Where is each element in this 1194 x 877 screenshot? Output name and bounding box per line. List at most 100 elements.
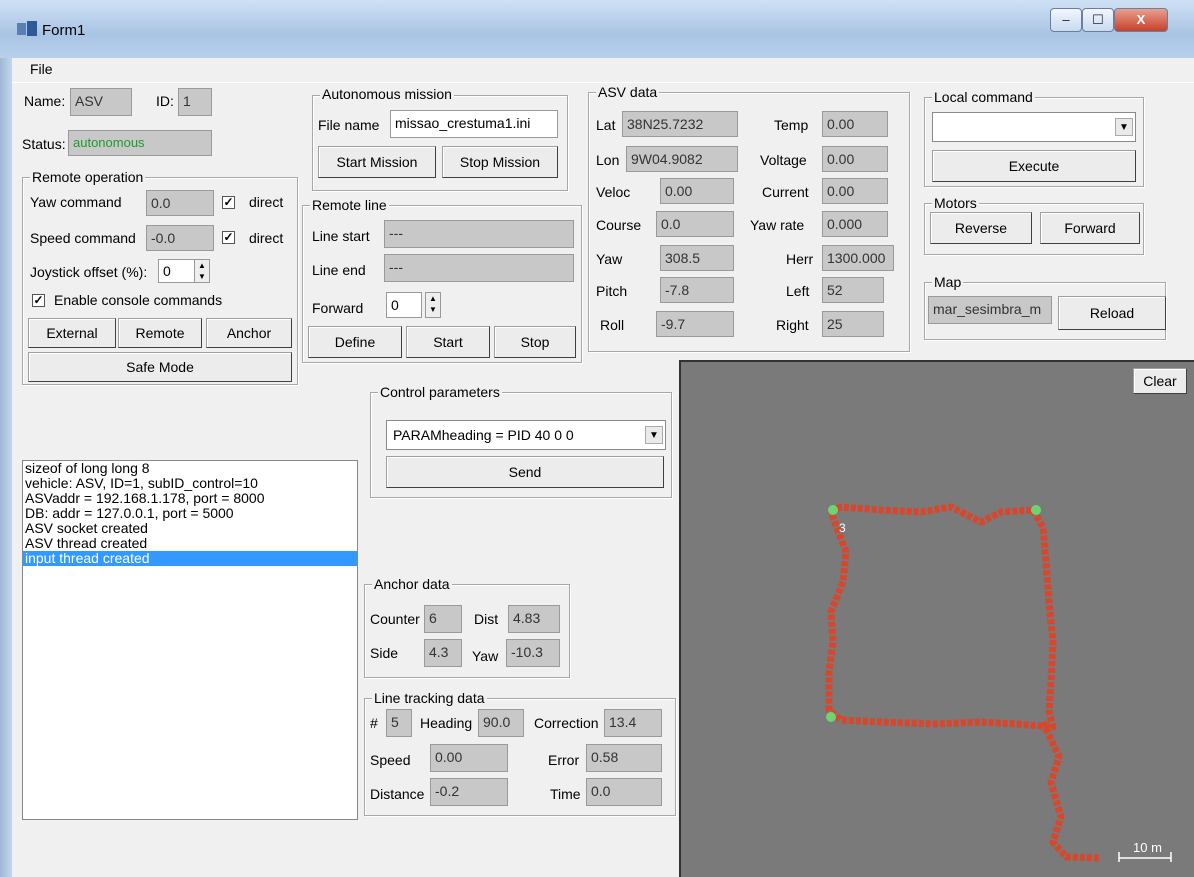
pitch-label: Pitch: [596, 283, 628, 299]
dist-field: 4.83: [508, 605, 560, 633]
reverse-button[interactable]: Reverse: [930, 212, 1032, 244]
side-label: Side: [370, 645, 399, 661]
distance-label: Distance: [370, 786, 425, 802]
yaw-direct-label: direct: [249, 194, 284, 210]
motors-title: Motors: [932, 195, 979, 211]
time-field: 0.0: [586, 778, 662, 806]
name-field: ASV: [70, 88, 132, 116]
log-line[interactable]: vehicle: ASV, ID=1, subID_control=10: [23, 476, 357, 491]
lat-label: Lat: [596, 117, 616, 133]
execute-button[interactable]: Execute: [932, 150, 1136, 182]
counter-label: Counter: [370, 611, 420, 627]
log-line[interactable]: ASV thread created: [23, 536, 357, 551]
course-label: Course: [596, 217, 642, 233]
define-button[interactable]: Define: [308, 326, 402, 358]
forward-input[interactable]: 0: [386, 292, 422, 318]
clear-button[interactable]: Clear: [1133, 368, 1187, 394]
file-name-input[interactable]: missao_crestuma1.ini: [390, 110, 558, 138]
veloc-label: Veloc: [596, 184, 631, 200]
joystick-offset-spinner[interactable]: ▲ ▼: [194, 259, 210, 283]
asv-data-title: ASV data: [596, 84, 660, 100]
roll-label: Roll: [600, 317, 625, 333]
title-bar: [0, 0, 1194, 58]
start-mission-button[interactable]: Start Mission: [318, 146, 436, 178]
joystick-offset-input[interactable]: 0: [158, 259, 198, 283]
time-label: Time: [550, 786, 581, 802]
anchor-button[interactable]: Anchor: [206, 318, 292, 348]
scale-label: 10 m: [1133, 840, 1162, 855]
minimize-button[interactable]: –: [1050, 8, 1082, 32]
log-line-selected[interactable]: input thread created: [23, 551, 357, 566]
map-title: Map: [932, 274, 964, 290]
local-command-dropdown[interactable]: ▼: [932, 112, 1136, 142]
motors-forward-button[interactable]: Forward: [1040, 212, 1140, 244]
line-end-field: ---: [384, 254, 574, 282]
yaw-label: Yaw: [596, 251, 623, 267]
voltage-label: Voltage: [760, 152, 807, 168]
line-stop-button[interactable]: Stop: [494, 326, 576, 358]
send-button[interactable]: Send: [386, 456, 664, 488]
speed-field: 0.00: [430, 744, 508, 772]
right-field: 25: [822, 311, 884, 337]
lat-field: 38N25.7232: [622, 111, 738, 137]
herr-label: Herr: [786, 251, 814, 267]
map-view[interactable]: 3 10 m Clear: [679, 360, 1194, 877]
id-field: 1: [178, 88, 212, 116]
id-label: ID:: [156, 93, 174, 109]
anchor-yaw-field: -10.3: [506, 639, 560, 667]
current-label: Current: [762, 184, 809, 200]
remote-button[interactable]: Remote: [118, 318, 202, 348]
window-border: [0, 58, 12, 877]
correction-label: Correction: [534, 715, 599, 731]
yaw-rate-field: 0.000: [822, 211, 888, 237]
lon-label: Lon: [596, 152, 620, 168]
safe-mode-button[interactable]: Safe Mode: [28, 352, 292, 382]
heading-label: Heading: [420, 715, 473, 731]
yaw-command-field: 0.0: [146, 190, 214, 216]
waypoint-marker: [826, 712, 836, 722]
yaw-command-label: Yaw command: [30, 194, 122, 210]
reload-button[interactable]: Reload: [1058, 296, 1166, 330]
waypoint-number-label: #: [370, 715, 378, 731]
external-button[interactable]: External: [28, 318, 116, 348]
speed-direct-checkbox[interactable]: ✓: [222, 231, 235, 244]
control-parameters-dropdown[interactable]: PARAMheading = PID 40 0 0 ▼: [386, 420, 666, 450]
lon-field: 9W04.9082: [626, 146, 738, 172]
line-start-button[interactable]: Start: [406, 326, 490, 358]
name-label: Name:: [24, 93, 66, 109]
roll-field: -9.7: [656, 311, 734, 337]
waypoint-marker: [828, 505, 838, 515]
maximize-button[interactable]: ☐: [1082, 8, 1114, 32]
dist-label: Dist: [474, 611, 499, 627]
yaw-field: 308.5: [660, 245, 734, 271]
control-parameters-title: Control parameters: [378, 384, 502, 400]
forward-spinner[interactable]: ▲ ▼: [425, 292, 441, 318]
file-name-label: File name: [318, 117, 380, 133]
log-line[interactable]: ASVaddr = 192.168.1.178, port = 8000: [23, 491, 357, 506]
left-label: Left: [786, 283, 810, 299]
line-end-label: Line end: [312, 262, 366, 278]
menu-file[interactable]: File: [30, 61, 53, 77]
line-start-field: ---: [384, 220, 574, 248]
stop-mission-button[interactable]: Stop Mission: [442, 146, 558, 178]
waypoint-label: 3: [839, 521, 846, 535]
log-line[interactable]: sizeof of long long 8: [23, 461, 357, 476]
log-list[interactable]: sizeof of long long 8 vehicle: ASV, ID=1…: [22, 460, 358, 820]
waypoint-marker: [1031, 505, 1041, 515]
close-button[interactable]: X: [1114, 8, 1168, 32]
pitch-field: -7.8: [660, 277, 734, 303]
error-field: 0.58: [586, 744, 662, 772]
yaw-direct-checkbox[interactable]: ✓: [222, 196, 235, 209]
current-field: 0.00: [822, 178, 888, 204]
speed-label: Speed: [370, 752, 411, 768]
log-line[interactable]: ASV socket created: [23, 521, 357, 536]
control-parameters-value: PARAMheading = PID 40 0 0: [393, 427, 574, 443]
enable-console-checkbox[interactable]: ✓: [32, 294, 45, 307]
waypoint-number-field: 5: [386, 709, 412, 737]
heading-field: 90.0: [478, 709, 524, 737]
temp-label: Temp: [774, 117, 809, 133]
line-start-label: Line start: [312, 228, 370, 244]
log-line[interactable]: DB: addr = 127.0.0.1, port = 5000: [23, 506, 357, 521]
distance-field: -0.2: [430, 778, 508, 806]
temp-field: 0.00: [822, 111, 888, 137]
